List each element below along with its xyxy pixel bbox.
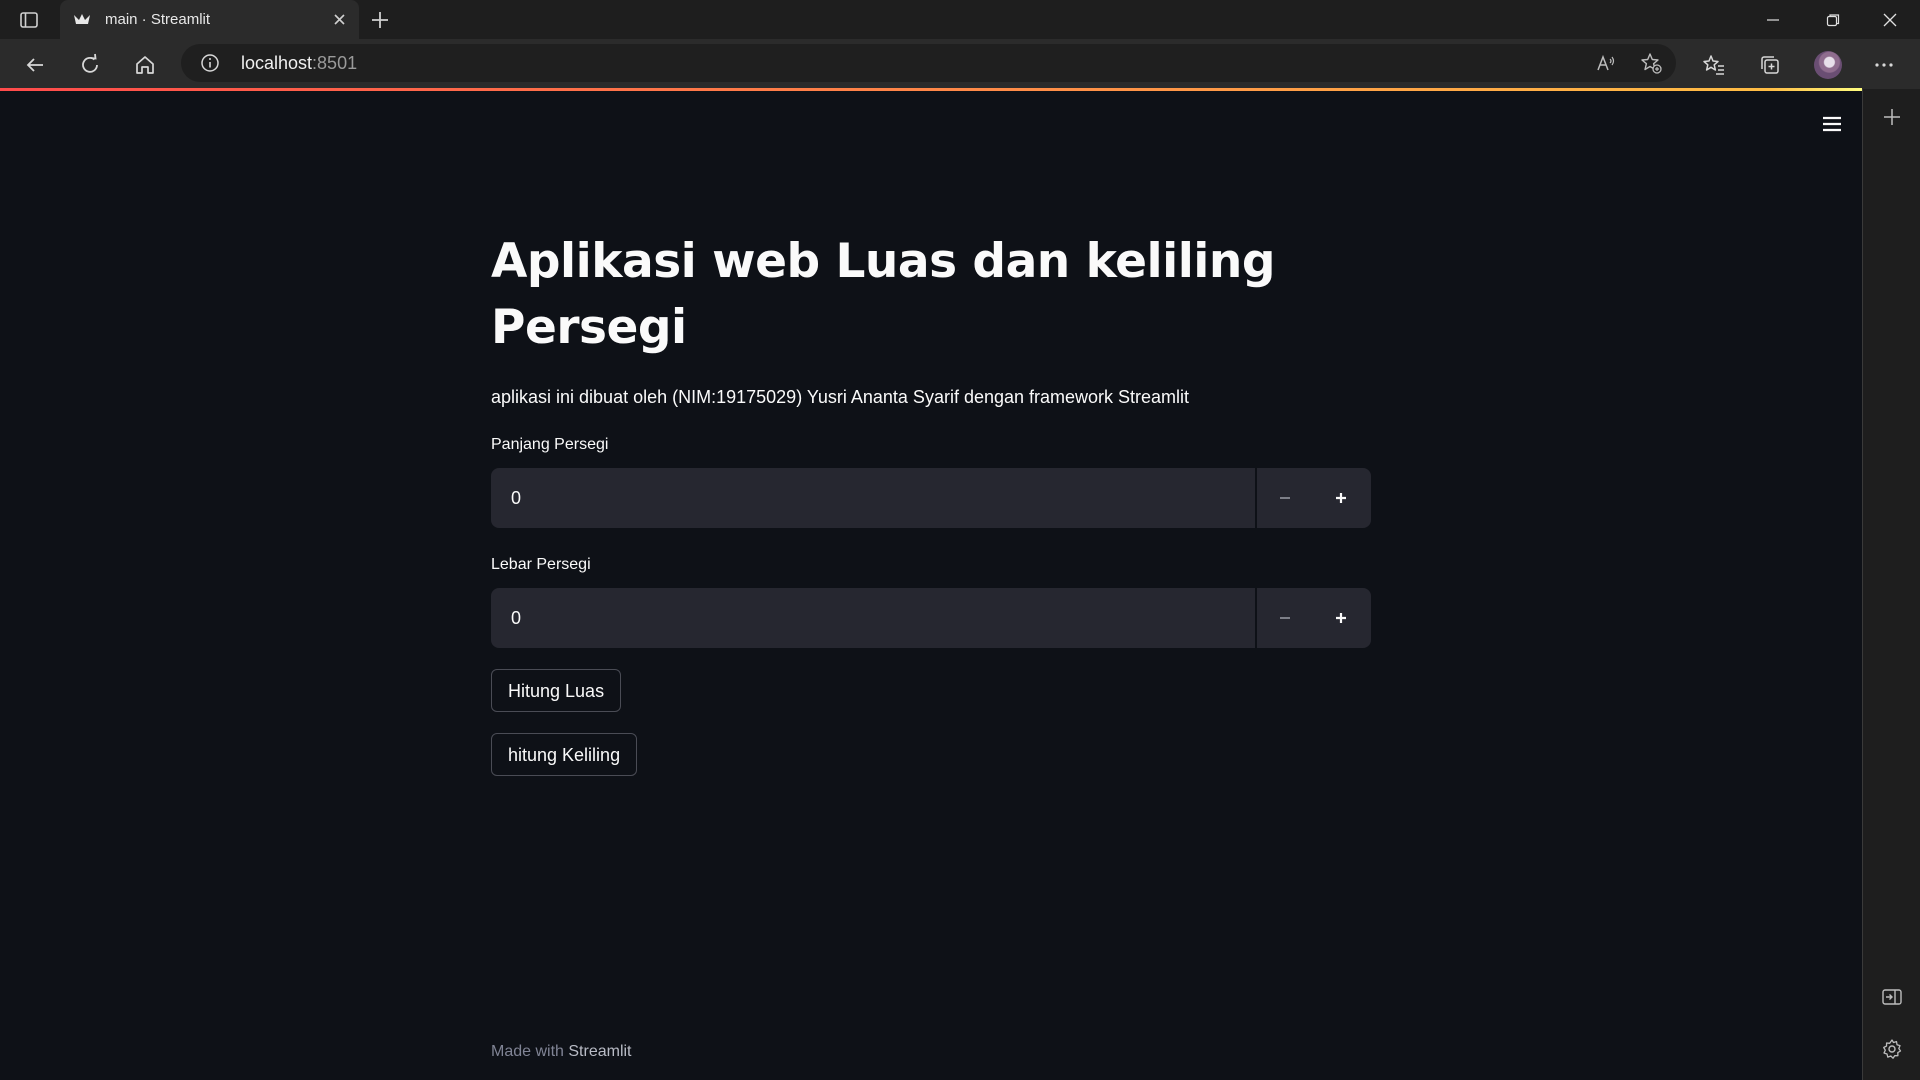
url-port: :8501	[312, 53, 358, 73]
panjang-field: Panjang Persegi 0	[491, 434, 1371, 528]
panjang-label: Panjang Persegi	[491, 436, 609, 453]
lebar-label: Lebar Persegi	[491, 556, 591, 573]
url-text[interactable]: localhost:8501	[241, 44, 357, 82]
close-tab-icon[interactable]	[330, 10, 349, 29]
refresh-icon[interactable]	[76, 51, 104, 79]
site-info-icon[interactable]	[200, 53, 220, 73]
favorites-icon[interactable]	[1700, 51, 1728, 79]
read-aloud-icon[interactable]	[1595, 52, 1617, 74]
streamlit-app: Aplikasi web Luas dan keliling Persegi a…	[0, 91, 1862, 1080]
back-icon[interactable]	[21, 51, 49, 79]
lebar-number-input[interactable]: 0	[491, 588, 1371, 648]
new-tab-icon[interactable]	[367, 7, 393, 33]
hitung-luas-button[interactable]: Hitung Luas	[491, 669, 622, 712]
panjang-decrement-button[interactable]	[1257, 468, 1313, 528]
lebar-increment-button[interactable]	[1313, 588, 1369, 648]
restore-icon[interactable]	[1805, 0, 1861, 39]
browser-tab-strip: main · Streamlit	[0, 0, 1920, 39]
browser-toolbar: localhost:8501	[0, 39, 1920, 89]
profile-avatar[interactable]	[1814, 51, 1842, 79]
more-options-icon[interactable]	[1870, 51, 1898, 79]
settings-gear-icon[interactable]	[1880, 1037, 1904, 1061]
address-bar[interactable]: localhost:8501	[181, 44, 1676, 82]
hide-sidebar-icon[interactable]	[1880, 985, 1904, 1009]
lebar-value[interactable]: 0	[511, 588, 521, 648]
hitung-keliling-button[interactable]: hitung Keliling	[491, 733, 638, 776]
page-title: Aplikasi web Luas dan keliling Persegi	[491, 234, 1276, 355]
footer-streamlit-link[interactable]: Streamlit	[568, 1043, 631, 1060]
minimize-icon[interactable]	[1745, 0, 1801, 39]
panjang-increment-button[interactable]	[1313, 468, 1369, 528]
url-host: localhost	[241, 53, 313, 73]
tab-actions-icon[interactable]	[17, 8, 41, 32]
main-menu-icon[interactable]	[1820, 112, 1844, 136]
main-block: Aplikasi web Luas dan keliling Persegi a…	[491, 229, 1371, 776]
close-window-icon[interactable]	[1862, 0, 1918, 39]
panjang-value[interactable]: 0	[511, 468, 521, 528]
home-icon[interactable]	[131, 51, 159, 79]
add-favorite-icon[interactable]	[1640, 52, 1662, 74]
footer: Made with Streamlit	[491, 1043, 632, 1061]
tab-title: main · Streamlit	[105, 11, 211, 28]
collections-icon[interactable]	[1756, 51, 1784, 79]
app-description: aplikasi ini dibuat oleh (NIM:19175029) …	[491, 387, 1190, 407]
lebar-field: Lebar Persegi 0	[491, 554, 1371, 648]
panjang-number-input[interactable]: 0	[491, 468, 1371, 528]
browser-side-panel	[1862, 89, 1920, 1080]
add-sidebar-app-icon[interactable]	[1880, 105, 1904, 129]
streamlit-favicon-icon	[73, 11, 91, 27]
lebar-decrement-button[interactable]	[1257, 588, 1313, 648]
footer-made-with: Made with	[491, 1043, 569, 1060]
browser-tab[interactable]: main · Streamlit	[60, 0, 359, 39]
